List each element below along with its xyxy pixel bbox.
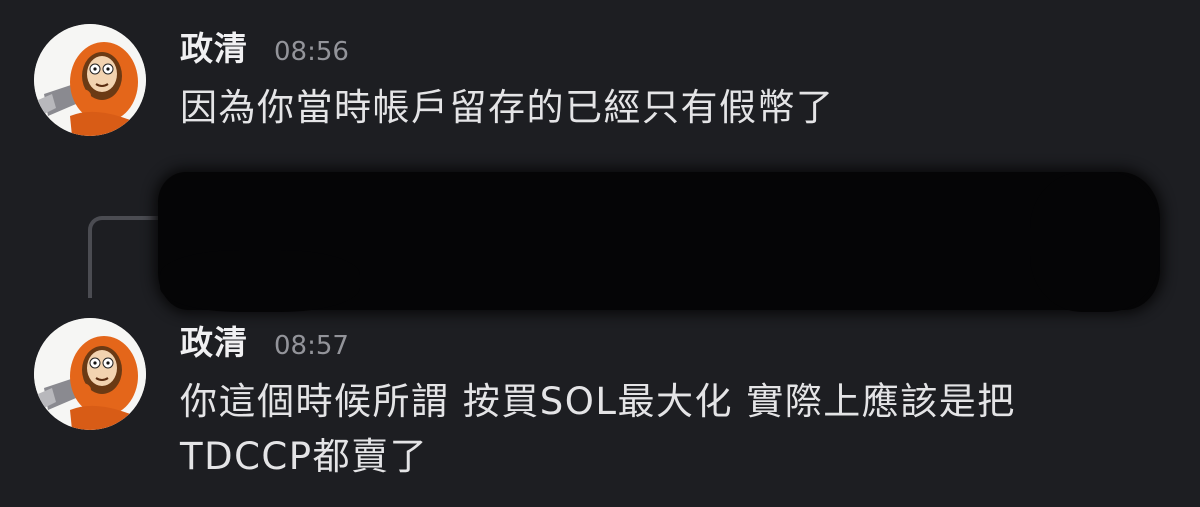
timestamp: 08:56 (274, 37, 349, 67)
message-text: 因為你當時帳戶留存的已經只有假幣了 (180, 86, 835, 129)
message-header: 政清 08:57 (180, 316, 349, 364)
avatar[interactable] (34, 318, 146, 430)
redaction-mark (1030, 172, 1160, 312)
avatar[interactable] (34, 24, 146, 136)
author-name[interactable]: 政清 (180, 22, 248, 70)
message-text: 你這個時候所謂 按買SOL最大化 實際上應該是把 TDCCP都賣了 (180, 380, 1016, 478)
message-header: 政清 08:56 (180, 22, 349, 70)
author-name[interactable]: 政清 (180, 316, 248, 364)
kenny-avatar-icon (34, 318, 146, 430)
redaction-mark (160, 250, 360, 312)
kenny-avatar-icon (34, 24, 146, 136)
timestamp: 08:57 (274, 331, 349, 361)
